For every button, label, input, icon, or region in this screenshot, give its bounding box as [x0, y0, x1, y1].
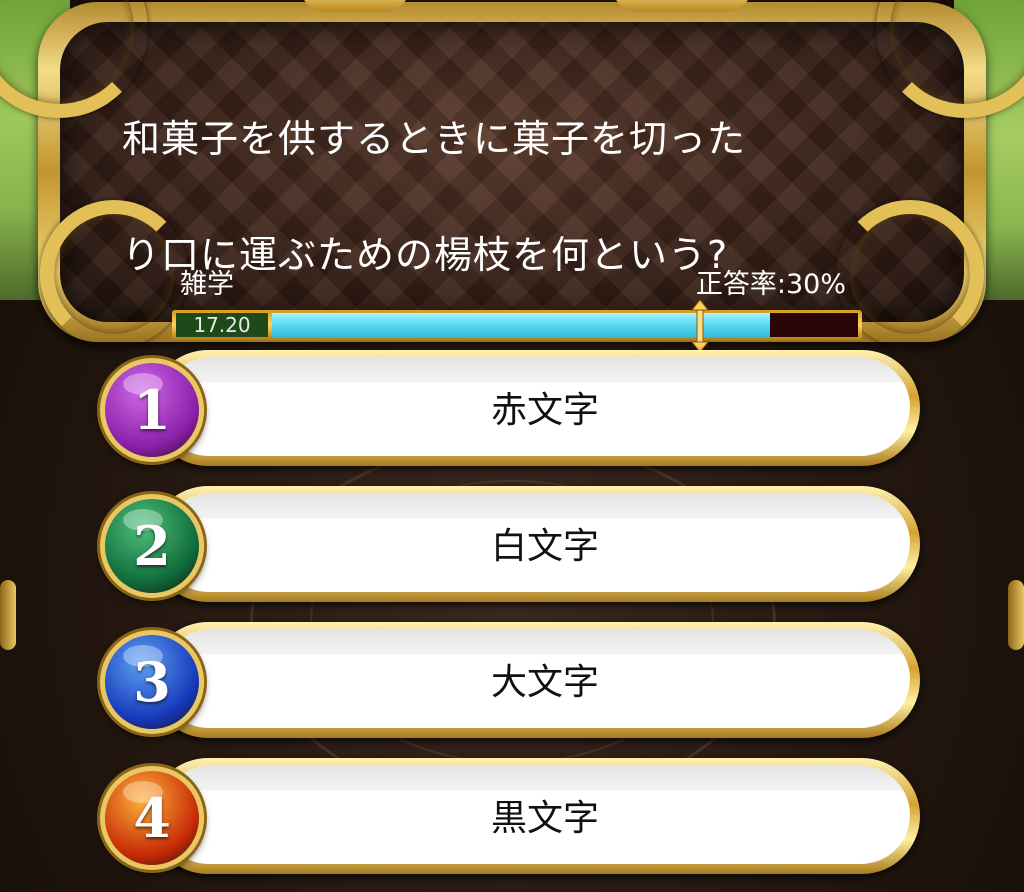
- answer-label-1: 赤文字: [490, 390, 599, 431]
- frame-top-ornament-right: [612, 0, 752, 12]
- answer-number-badge-3[interactable]: 3: [100, 630, 204, 734]
- answer-button-1[interactable]: 赤文字: [150, 350, 920, 466]
- genre-label: 雑学: [180, 269, 234, 300]
- answer-button-face: 赤文字: [160, 358, 910, 456]
- answer-label-3: 大文字: [490, 662, 599, 703]
- side-ornament-left: [0, 580, 16, 650]
- correct-rate-label: 正答率:30%: [695, 269, 846, 300]
- answer-label-4: 黒文字: [490, 798, 599, 839]
- frame-top-ornament-left: [300, 0, 410, 12]
- answer-label-2: 白文字: [490, 526, 599, 567]
- timer-marker-icon: [691, 300, 709, 352]
- answer-button-2[interactable]: 白文字: [150, 486, 920, 602]
- answer-number-badge-4[interactable]: 4: [100, 766, 204, 870]
- answer-button-3[interactable]: 大文字: [150, 622, 920, 738]
- answer-button-face: 大文字: [160, 630, 910, 728]
- answer-button-4[interactable]: 黒文字: [150, 758, 920, 874]
- quiz-screen: 和菓子を供するときに菓子を切った り口に運ぶための楊枝を何という? 雑学 正答率…: [0, 0, 1024, 892]
- timer-remaining-time: 17.20: [176, 313, 268, 337]
- answer-button-face: 黒文字: [160, 766, 910, 864]
- answer-number-badge-1[interactable]: 1: [100, 358, 204, 462]
- question-line-1: 和菓子を供するときに菓子を切った: [122, 117, 747, 161]
- answer-number-badge-2[interactable]: 2: [100, 494, 204, 598]
- side-ornament-right: [1008, 580, 1024, 650]
- answer-button-face: 白文字: [160, 494, 910, 592]
